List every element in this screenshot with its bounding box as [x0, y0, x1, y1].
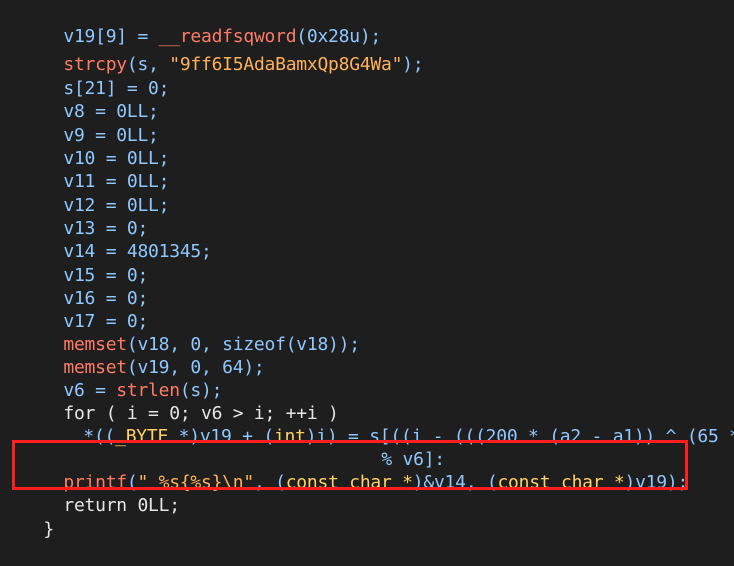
code-line-20: printf(" %s{%s}\n", (const char *)&v14, …: [63, 472, 689, 493]
code-line-3: s[21] = 0;: [63, 78, 170, 99]
code-line-6: v10 = 0LL;: [63, 148, 170, 169]
code-line-12: v16 = 0;: [63, 288, 149, 309]
code-line-2: strcpy(s, "9ff6I5AdaBamxQp8G4Wa");: [63, 54, 424, 75]
code-line-19: % v6]:: [381, 449, 445, 470]
code-line-18: *((_BYTE *)v19 + (int)i) = s[((i - (((20…: [83, 426, 734, 447]
code-line-9: v13 = 0;: [63, 218, 149, 239]
code-line-4: v8 = 0LL;: [63, 101, 159, 122]
code-line-17: for ( i = 0; v6 > i; ++i ): [63, 403, 339, 424]
code-line-22: }: [43, 519, 54, 540]
code-line-16: v6 = strlen(s);: [63, 380, 223, 401]
code-line-8: v12 = 0LL;: [63, 195, 170, 216]
code-line-14: memset(v18, 0, sizeof(v18));: [63, 334, 360, 355]
code-line-1: v19[9] = __readfsqword(0x28u);: [63, 26, 381, 47]
code-line-21: return 0LL;: [63, 495, 180, 516]
code-line-7: v11 = 0LL;: [63, 171, 170, 192]
code-line-15: memset(v19, 0, 64);: [63, 357, 265, 378]
code-line-10: v14 = 4801345;: [63, 241, 212, 262]
code-editor: v19[9] = __readfsqword(0x28u); strcpy(s,…: [0, 0, 734, 540]
code-line-13: v17 = 0;: [63, 311, 149, 332]
code-line-11: v15 = 0;: [63, 265, 149, 286]
code-line-5: v9 = 0LL;: [63, 125, 159, 146]
